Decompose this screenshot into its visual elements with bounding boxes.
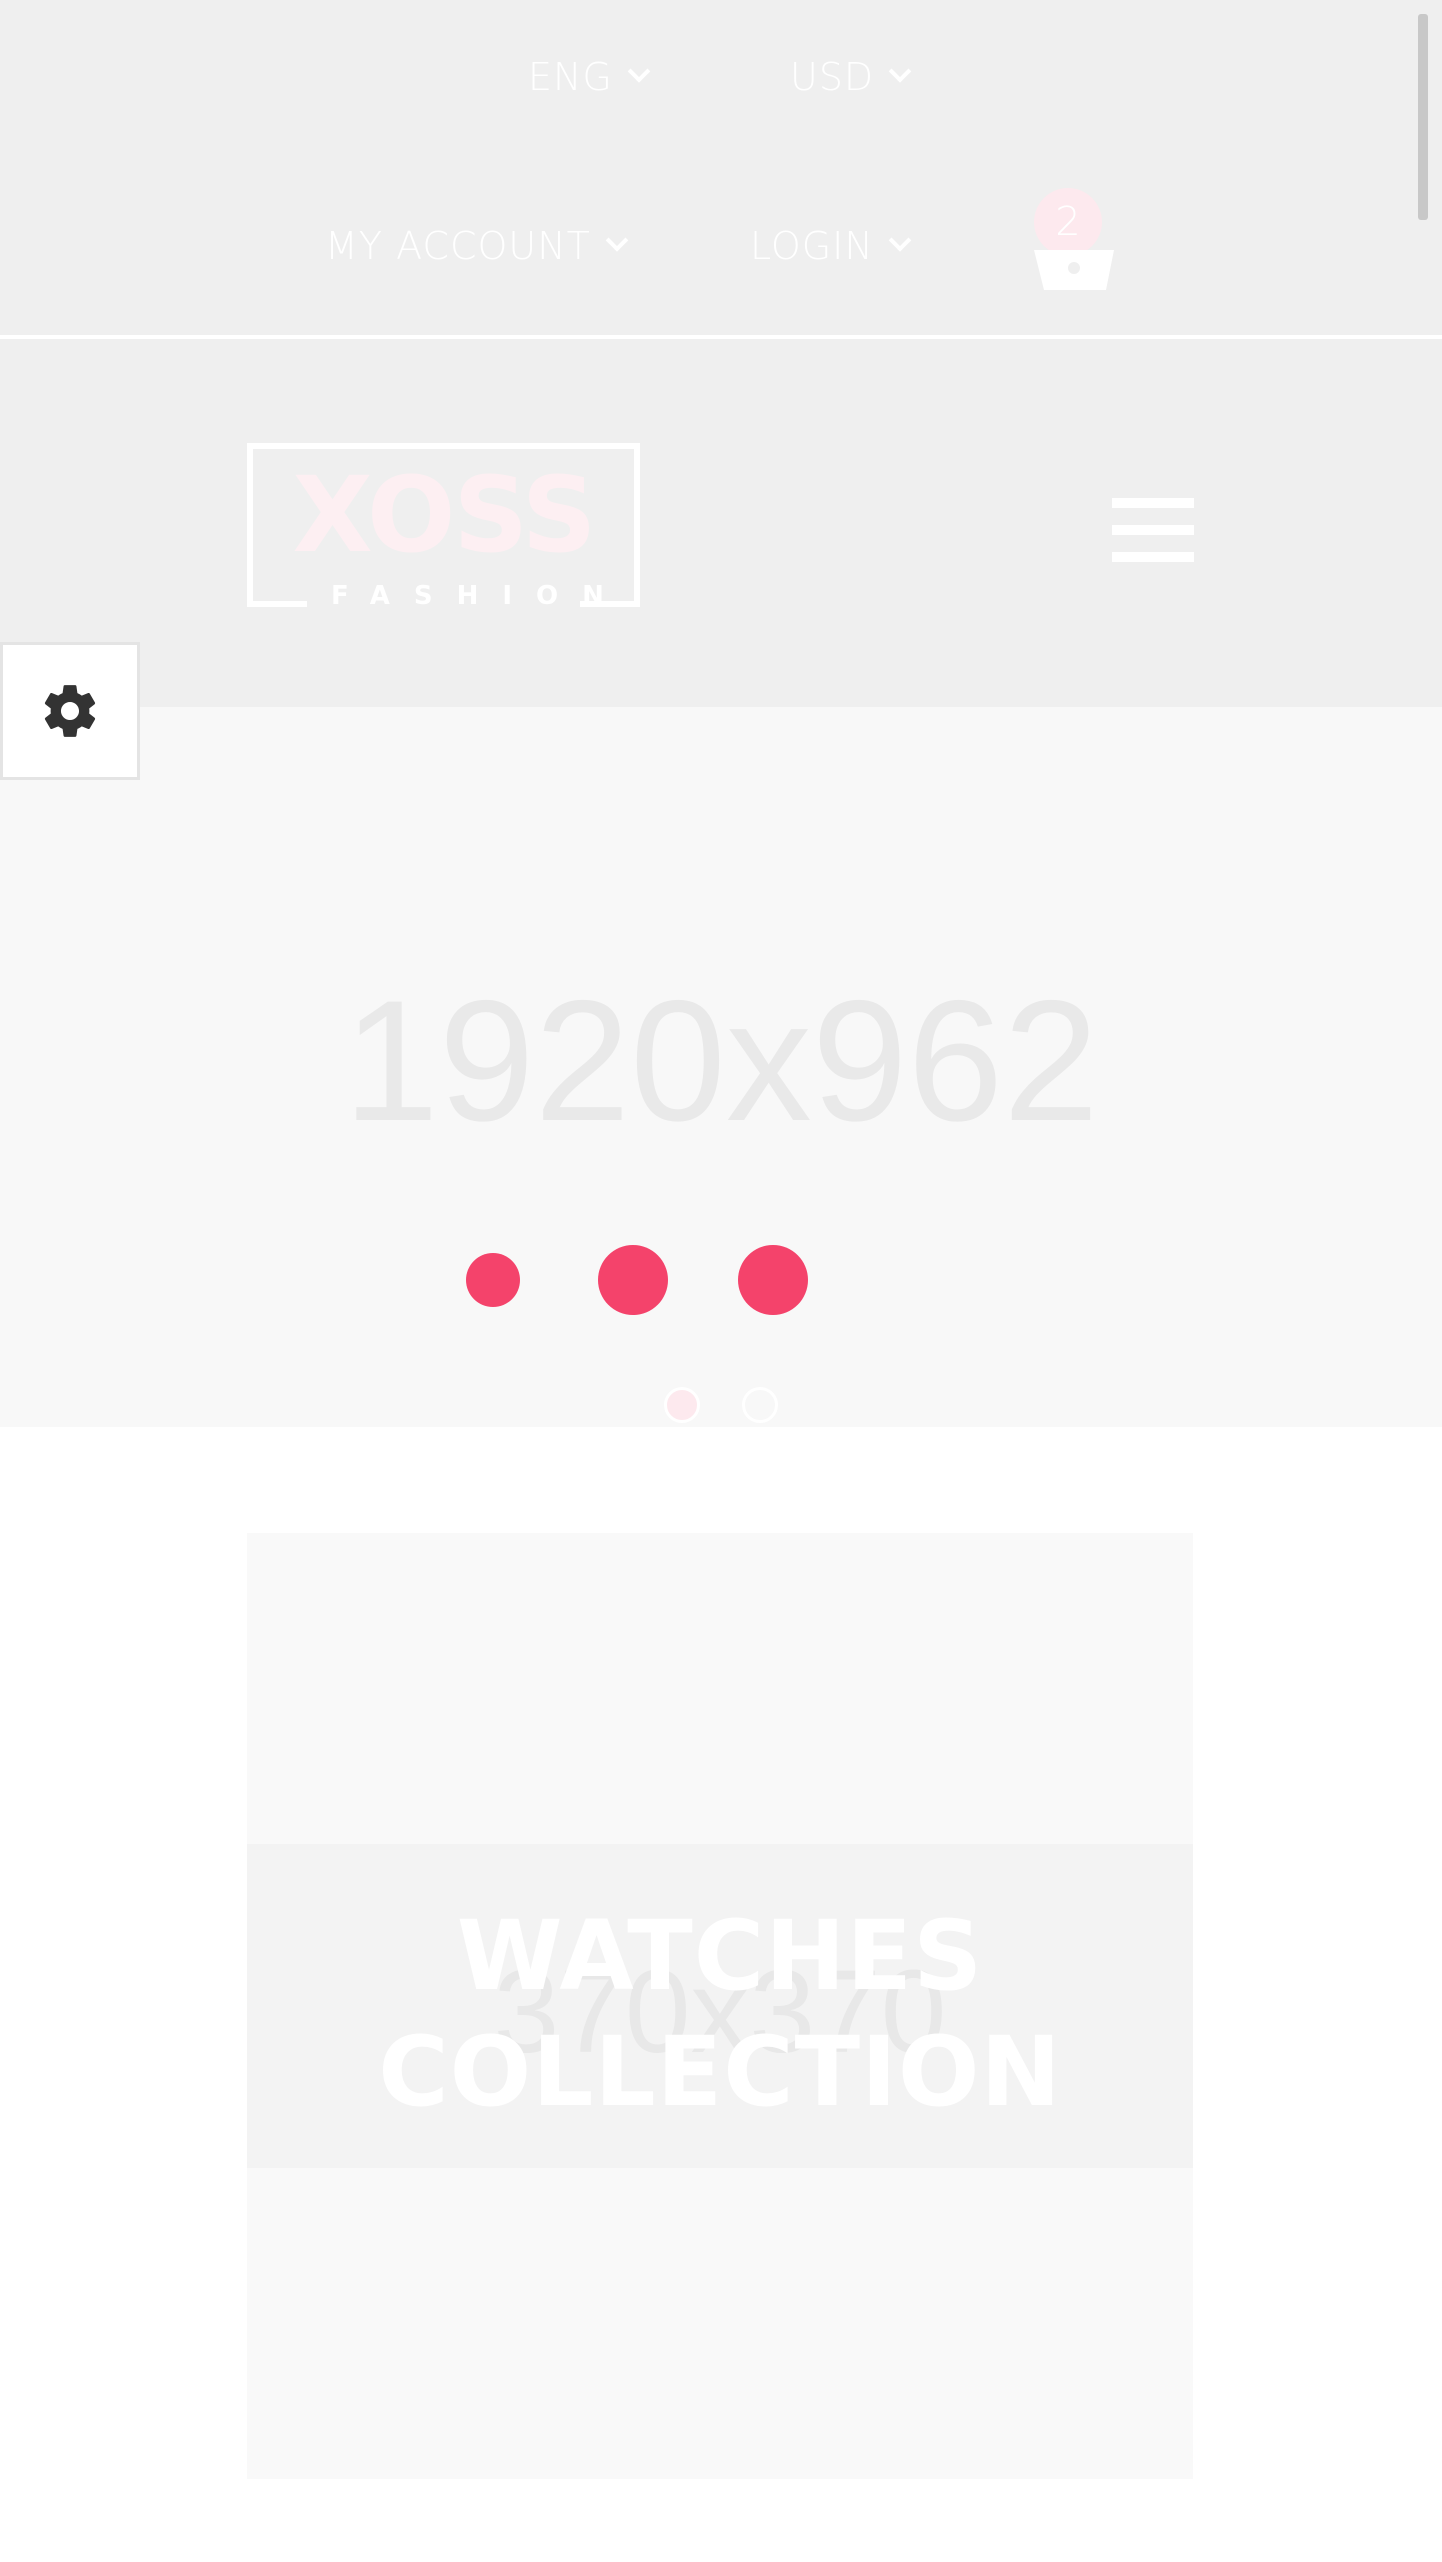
slider-dot-active[interactable]: [664, 1387, 700, 1423]
hamburger-icon[interactable]: [1112, 498, 1194, 562]
hero-image-placeholder: 1920x962: [343, 965, 1099, 1157]
collection-title-line: COLLECTION: [378, 2016, 1062, 2128]
chevron-down-icon: [605, 229, 629, 252]
hamburger-line: [1112, 498, 1194, 508]
my-account-label: MY ACCOUNT: [325, 224, 591, 268]
cart-count-badge: 2: [1034, 188, 1102, 256]
loader-dot: [598, 1245, 668, 1315]
slider-dot[interactable]: [742, 1387, 778, 1423]
top-header: ENG USD MY ACCOUNT LOGIN 2: [0, 0, 1442, 337]
logo-bar: [0, 339, 1442, 707]
currency-label: USD: [790, 55, 875, 99]
my-account-dropdown[interactable]: MY ACCOUNT: [325, 224, 629, 268]
language-label: ENG: [528, 55, 613, 99]
loader-dot: [738, 1245, 808, 1315]
site-logo[interactable]: XOSS FASHION: [247, 443, 640, 613]
chevron-down-icon: [627, 60, 651, 83]
login-label: LOGIN: [750, 224, 874, 268]
page-scrollbar[interactable]: [1418, 14, 1428, 220]
hamburger-line: [1112, 525, 1194, 535]
collection-title: WATCHES COLLECTION: [247, 1898, 1193, 2130]
loader-dot: [466, 1253, 520, 1307]
logo-wordmark: XOSS: [292, 454, 596, 576]
login-dropdown[interactable]: LOGIN: [750, 224, 912, 268]
collection-banner[interactable]: 370x370 WATCHES COLLECTION: [247, 1533, 1193, 2479]
chevron-down-icon: [888, 60, 912, 83]
logo-subtitle: FASHION: [307, 579, 604, 613]
gear-icon: [44, 685, 96, 737]
cart-button[interactable]: 2: [1032, 188, 1116, 304]
hero-slider: 1920x962: [0, 707, 1442, 1427]
currency-dropdown[interactable]: USD: [790, 55, 912, 99]
language-dropdown[interactable]: ENG: [528, 55, 651, 99]
basket-icon: [1034, 250, 1114, 290]
settings-button[interactable]: [0, 642, 140, 780]
collection-title-line: WATCHES: [456, 1900, 984, 2012]
chevron-down-icon: [888, 229, 912, 252]
hamburger-line: [1112, 552, 1194, 562]
